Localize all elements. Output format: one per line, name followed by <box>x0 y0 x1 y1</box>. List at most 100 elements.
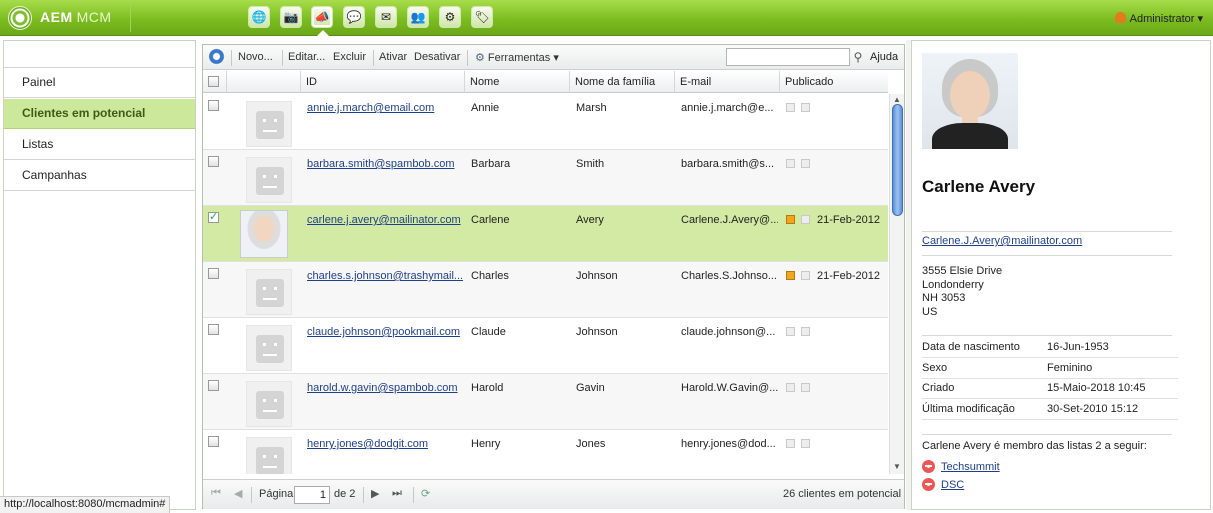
list-link[interactable]: Techsummit <box>941 461 1000 473</box>
reload-icon[interactable]: ⟳ <box>421 487 430 500</box>
lead-detail-panel: Carlene Avery Carlene.J.Avery@mailinator… <box>911 40 1211 510</box>
first-name-cell: Charles <box>471 270 509 282</box>
new-button[interactable]: Novo... <box>238 51 273 63</box>
modified-status-icon <box>801 327 810 336</box>
column-header-last-name[interactable]: Nome da família <box>569 71 674 93</box>
activate-button[interactable]: Ativar <box>379 51 407 63</box>
last-page-icon[interactable]: ⏭ <box>392 487 402 500</box>
app-button-globe[interactable]: 🌐 <box>248 6 270 28</box>
select-all-checkbox[interactable] <box>203 71 226 93</box>
app-button-camera[interactable]: 📷 <box>280 6 302 28</box>
scroll-up-icon[interactable]: ▲ <box>893 95 901 104</box>
lead-id-link[interactable]: claude.johnson@pookmail.com <box>307 326 460 338</box>
last-name-cell: Johnson <box>576 270 618 282</box>
app-button-mail[interactable]: ✉ <box>375 6 397 28</box>
column-header-email[interactable]: E-mail <box>674 71 779 93</box>
field-label: Criado <box>922 382 955 394</box>
column-header-first-name[interactable]: Nome <box>464 71 569 93</box>
row-checkbox[interactable] <box>208 268 219 279</box>
first-page-icon[interactable]: ⏮ <box>211 487 221 500</box>
lead-id-link[interactable]: carlene.j.avery@mailinator.com <box>307 214 461 226</box>
lead-email-link[interactable]: Carlene.J.Avery@mailinator.com <box>922 235 1082 247</box>
grid-body: annie.j.march@email.com Annie Marsh annie.j… <box>203 94 888 474</box>
next-page-icon[interactable]: ▶ <box>371 487 379 500</box>
page-label: Página <box>259 488 294 500</box>
paging-toolbar: ⏮ ◀ Página 1 de 2 ▶ ⏭ ⟳ 26 clientes em p… <box>203 479 904 509</box>
delete-button[interactable]: Excluir <box>333 51 366 63</box>
row-checkbox[interactable]: ✓ <box>208 212 219 223</box>
lead-id-link[interactable]: henry.jones@dodgit.com <box>307 438 428 450</box>
pager-separator <box>363 487 364 503</box>
tools-menu[interactable]: ⚙ Ferramentas ▾ <box>475 51 559 64</box>
column-header-published[interactable]: Publicado <box>779 71 888 93</box>
published-status-icon <box>786 215 795 224</box>
user-menu[interactable]: Administrator ▾ <box>1114 12 1203 25</box>
nav-item-painel[interactable]: Painel <box>4 68 195 98</box>
toolbar-separator <box>373 50 374 66</box>
refresh-icon[interactable] <box>208 48 225 65</box>
row-checkbox[interactable] <box>208 324 219 335</box>
placeholder-avatar-icon <box>246 157 292 203</box>
table-row[interactable]: charles.s.johnson@trashymail... Charles Jo… <box>203 262 888 318</box>
nav-item-listas[interactable]: Listas <box>4 130 195 160</box>
deactivate-button[interactable]: Desativar <box>414 51 460 63</box>
column-header-photo <box>226 71 300 93</box>
remove-icon[interactable] <box>922 460 935 473</box>
first-name-cell: Henry <box>471 438 501 450</box>
status-bar-url: http://localhost:8080/mcmadmin# <box>0 496 171 513</box>
row-checkbox[interactable] <box>208 380 219 391</box>
left-navigation: Painel Clientes em potencial Listas Campanh… <box>3 40 196 510</box>
vertical-scrollbar[interactable]: ▲ ▼ <box>889 94 904 474</box>
column-header-id[interactable]: ID <box>300 71 464 93</box>
table-row[interactable]: barbara.smith@spambob.com Barbara Smith bar… <box>203 150 888 206</box>
published-status-icon <box>786 327 795 336</box>
email-cell: Carlene.J.Avery@... <box>681 214 778 226</box>
search-icon[interactable]: ⚲ <box>850 48 866 66</box>
lead-id-link[interactable]: harold.w.gavin@spambob.com <box>307 382 458 394</box>
aem-logo-icon[interactable] <box>8 6 32 30</box>
search-input[interactable] <box>726 48 850 66</box>
app-button-people[interactable]: 👥 <box>407 6 429 28</box>
table-row[interactable]: claude.johnson@pookmail.com Claude Johnson… <box>203 318 888 374</box>
scroll-down-icon[interactable]: ▼ <box>893 462 901 471</box>
app-button-speech-bubble[interactable]: 💬 <box>343 6 365 28</box>
lead-id-link[interactable]: annie.j.march@email.com <box>307 102 434 114</box>
field-label: Data de nascimento <box>922 341 1020 353</box>
page-number-input[interactable]: 1 <box>294 486 330 504</box>
table-row[interactable]: harold.w.gavin@spambob.com Harold Gavin Har… <box>203 374 888 430</box>
app-button-megaphone[interactable]: 📣 <box>311 6 333 28</box>
brand-title: AEM MCM <box>40 9 112 25</box>
camera-icon: 📷 <box>283 10 299 24</box>
help-button[interactable]: Ajuda <box>870 51 898 63</box>
toolbar-separator <box>467 50 468 66</box>
table-row[interactable]: ✓ carlene.j.avery@mailinator.com Carlene Av… <box>203 206 888 262</box>
row-checkbox[interactable] <box>208 156 219 167</box>
lead-email: Carlene.J.Avery@mailinator.com <box>922 235 1082 247</box>
megaphone-icon: 📣 <box>314 10 330 24</box>
scroll-thumb[interactable] <box>892 104 903 216</box>
first-name-cell: Harold <box>471 382 504 394</box>
field-value: 16-Jun-1953 <box>1047 341 1109 353</box>
lead-id-link[interactable]: barbara.smith@spambob.com <box>307 158 455 170</box>
modified-status-icon <box>801 439 810 448</box>
table-row[interactable]: henry.jones@dodgit.com Henry Jones henry.jo… <box>203 430 888 474</box>
top-bar: AEM MCM 🌐 📷 📣 💬 ✉ 👥 ⚙ 🏷 Administrator ▾ <box>0 0 1213 36</box>
edit-button[interactable]: Editar... <box>288 51 325 63</box>
gears-icon: ⚙ <box>444 10 456 24</box>
email-cell: Charles.S.Johnso... <box>681 270 777 282</box>
prev-page-icon[interactable]: ◀ <box>234 487 242 500</box>
detail-field: Criado 15-Maio-2018 10:45 <box>922 379 1178 399</box>
row-checkbox[interactable] <box>208 100 219 111</box>
nav-item-campanhas[interactable]: Campanhas <box>4 161 195 191</box>
page-count: de 2 <box>334 488 356 500</box>
placeholder-avatar-icon <box>246 269 292 315</box>
app-button-gears[interactable]: ⚙ <box>439 6 461 28</box>
lead-id-link[interactable]: charles.s.johnson@trashymail... <box>307 270 463 282</box>
nav-item-clientes-em-potencial[interactable]: Clientes em potencial <box>4 99 195 129</box>
app-button-tag[interactable]: 🏷 <box>471 6 493 28</box>
remove-icon[interactable] <box>922 478 935 491</box>
row-checkbox[interactable] <box>208 436 219 447</box>
list-link[interactable]: DSC <box>941 479 964 491</box>
table-row[interactable]: annie.j.march@email.com Annie Marsh annie.j… <box>203 94 888 150</box>
user-icon <box>1114 12 1126 23</box>
